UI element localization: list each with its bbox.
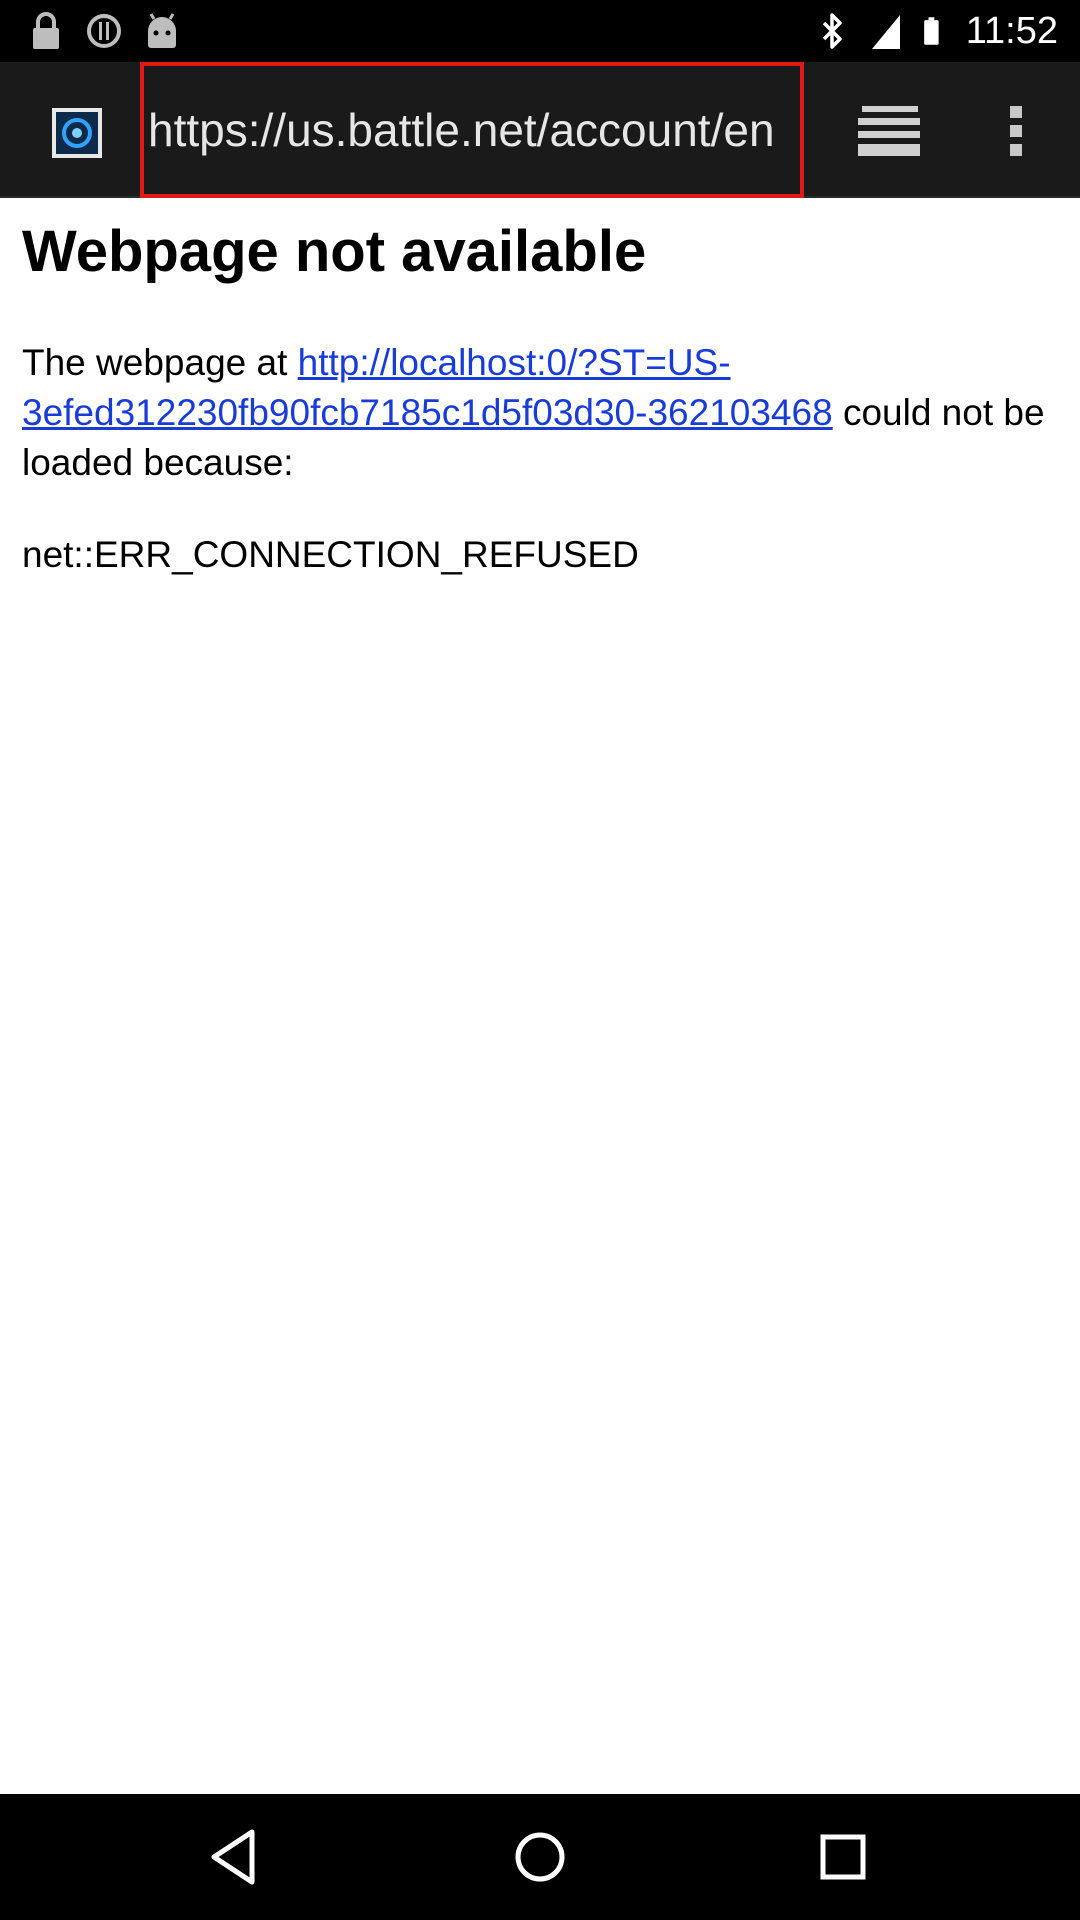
status-time: 11:52 <box>965 9 1058 52</box>
url-bar[interactable]: https://us.battle.net/account/en <box>140 62 804 198</box>
status-notifications <box>28 10 180 52</box>
battery-icon <box>923 17 939 45</box>
home-icon[interactable] <box>505 1824 575 1890</box>
url-text[interactable]: https://us.battle.net/account/en <box>144 103 775 157</box>
error-code: net::ERR_CONNECTION_REFUSED <box>22 533 639 575</box>
web-content: Webpage not available The webpage at htt… <box>0 198 1080 1794</box>
message-prefix: The webpage at <box>22 341 298 383</box>
android-icon <box>148 13 176 48</box>
navigation-bar <box>0 1794 1080 1920</box>
signal-icon <box>871 15 900 49</box>
lock-icon <box>33 12 59 49</box>
status-system: 11:52 <box>814 8 1058 54</box>
status-bar: 11:52 <box>0 0 1080 62</box>
sync-icon <box>87 14 121 48</box>
battle-net-favicon-icon[interactable] <box>52 108 102 158</box>
back-icon[interactable] <box>200 1824 270 1890</box>
error-message: The webpage at http://localhost:0/?ST=US… <box>22 338 1058 488</box>
browser-toolbar: https://us.battle.net/account/en <box>0 62 1080 198</box>
page-title: Webpage not available <box>22 219 647 284</box>
tabs-stack-icon[interactable] <box>856 98 926 164</box>
bluetooth-icon <box>822 13 842 49</box>
recents-icon[interactable] <box>808 1824 878 1890</box>
overflow-menu-icon[interactable] <box>998 98 1034 164</box>
